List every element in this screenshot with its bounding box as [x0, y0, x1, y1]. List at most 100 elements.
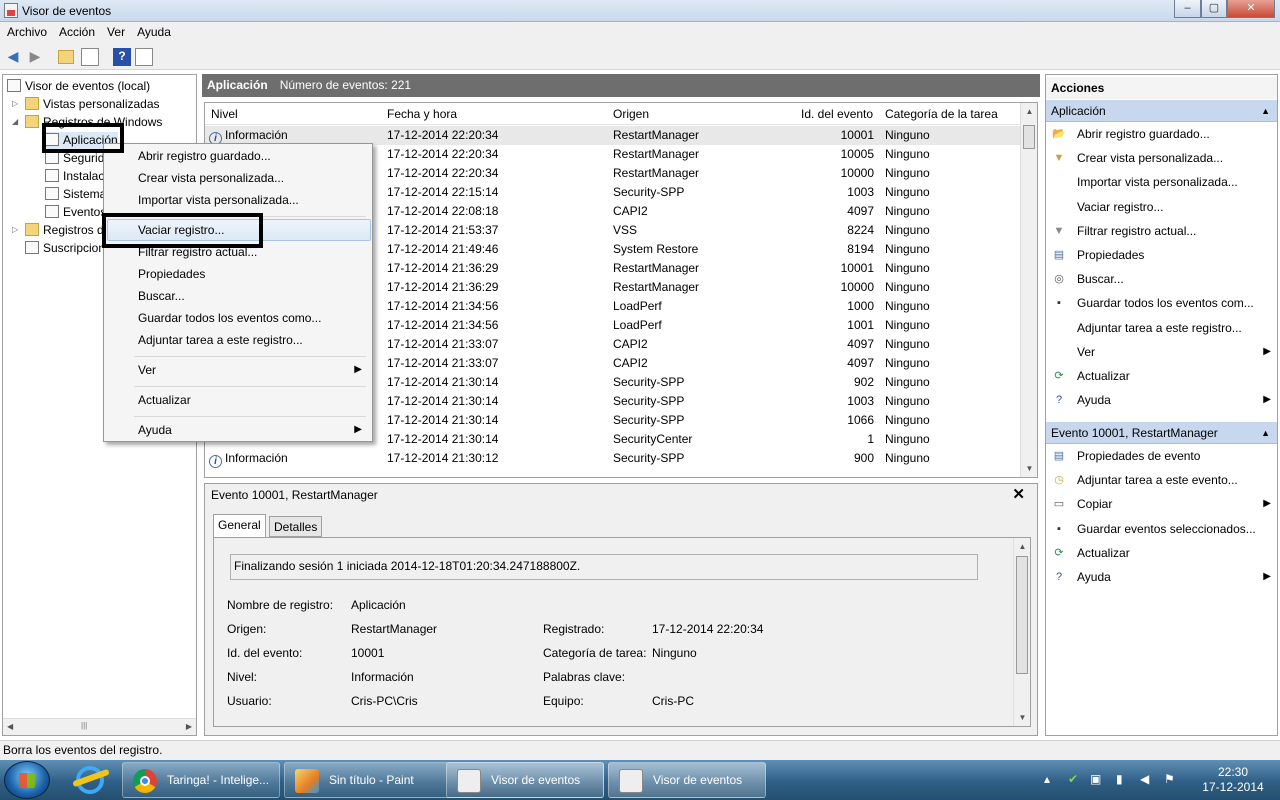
- action-item[interactable]: Vaciar registro...: [1052, 197, 1275, 217]
- menu-archivo[interactable]: Archivo: [2, 22, 52, 39]
- event-action-item[interactable]: ◷ Adjuntar tarea a este evento...: [1052, 470, 1275, 490]
- scroll-left-icon[interactable]: ◀: [7, 722, 13, 731]
- help-icon[interactable]: ?: [113, 48, 131, 66]
- menu-ver[interactable]: Ver: [102, 22, 130, 39]
- menu-ayuda[interactable]: Ayuda: [132, 22, 176, 39]
- scroll-thumb[interactable]: [1023, 125, 1035, 149]
- event-action-item[interactable]: ▤ Propiedades de evento: [1052, 446, 1275, 466]
- action-item[interactable]: ▪ Guardar todos los eventos com...: [1052, 293, 1275, 313]
- tree-forwarded[interactable]: Eventos: [45, 204, 106, 221]
- tree-root[interactable]: Visor de eventos (local): [7, 78, 150, 95]
- collapse-icon[interactable]: ◢: [12, 117, 18, 126]
- context-menu-item[interactable]: Adjuntar tarea a este registro...: [138, 333, 303, 347]
- event-action-item[interactable]: ▭ Copiar ▶: [1052, 494, 1275, 514]
- action-center-icon[interactable]: ⚑: [1164, 772, 1175, 786]
- clock[interactable]: 22:30 17-12-2014: [1198, 765, 1268, 795]
- action-item[interactable]: ◎ Buscar...: [1052, 269, 1275, 289]
- tab-general[interactable]: General: [213, 514, 266, 538]
- event-action-item[interactable]: ? Ayuda ▶: [1052, 567, 1275, 587]
- context-menu-item[interactable]: Buscar...: [138, 289, 185, 303]
- user-label: Usuario:: [227, 694, 272, 708]
- forward-arrow-icon[interactable]: ▶: [26, 48, 44, 66]
- scroll-thumb[interactable]: [1016, 556, 1028, 674]
- tree-subscriptions[interactable]: Suscripcion: [25, 240, 105, 257]
- action-item[interactable]: 📂 Abrir registro guardado...: [1052, 124, 1275, 144]
- taskbar-event-viewer-1[interactable]: Visor de eventos: [446, 762, 604, 798]
- context-menu-item[interactable]: Abrir registro guardado...: [138, 149, 271, 163]
- tree-setup[interactable]: Instalac: [45, 168, 104, 185]
- event-list-scrollbar[interactable]: ▲ ▼: [1020, 103, 1037, 477]
- scroll-up-icon[interactable]: ▲: [1014, 542, 1031, 551]
- action-item[interactable]: ▼ Crear vista personalizada...: [1052, 148, 1275, 168]
- minimize-button[interactable]: –: [1174, 0, 1201, 18]
- show-hide-tree-icon[interactable]: [81, 48, 99, 66]
- tree-windows-logs[interactable]: Registros de Windows: [25, 114, 162, 131]
- context-menu-item[interactable]: Importar vista personalizada...: [138, 193, 299, 207]
- detail-scrollbar[interactable]: ▲ ▼: [1013, 538, 1030, 726]
- actions-section-event[interactable]: Evento 10001, RestartManager ▲: [1046, 422, 1277, 444]
- horizontal-scrollbar[interactable]: ◀ ||| ▶: [3, 718, 196, 735]
- event-action-item[interactable]: ⟳ Actualizar: [1052, 543, 1275, 563]
- source-cell: Security-SPP: [613, 375, 685, 389]
- context-menu-item[interactable]: Actualizar: [138, 393, 191, 407]
- action-item[interactable]: Importar vista personalizada...: [1052, 172, 1275, 192]
- context-menu-item[interactable]: Crear vista personalizada...: [138, 171, 284, 185]
- internet-explorer-icon[interactable]: [62, 763, 120, 798]
- expand-icon[interactable]: ▷: [12, 225, 18, 234]
- scroll-up-icon[interactable]: ▲: [1021, 107, 1037, 116]
- tree-system[interactable]: Sistema: [45, 186, 106, 203]
- taskbar-chrome[interactable]: Taringa! - Intelige...: [122, 762, 280, 798]
- device-icon[interactable]: ▣: [1090, 772, 1101, 786]
- action-item[interactable]: ▼ Filtrar registro actual...: [1052, 221, 1275, 241]
- tree-security[interactable]: Segurid: [45, 150, 104, 167]
- collapse-section-icon[interactable]: ▲: [1261, 100, 1270, 122]
- scroll-down-icon[interactable]: ▼: [1021, 464, 1037, 473]
- scroll-down-icon[interactable]: ▼: [1014, 713, 1031, 722]
- taskbar-event-viewer-2[interactable]: Visor de eventos: [608, 762, 766, 798]
- context-menu-item[interactable]: Guardar todos los eventos como...: [138, 311, 321, 325]
- action-item[interactable]: Ver ▶: [1052, 342, 1275, 362]
- action-item[interactable]: ⟳ Actualizar: [1052, 366, 1275, 386]
- tree-app-services-logs[interactable]: Registros d: [25, 222, 104, 239]
- start-button[interactable]: [4, 761, 50, 799]
- event-message[interactable]: Finalizando sesión 1 iniciada 2014-12-18…: [230, 554, 978, 580]
- context-menu-item[interactable]: Ver: [138, 363, 156, 377]
- network-icon[interactable]: ▮: [1116, 772, 1123, 786]
- context-menu-item[interactable]: Propiedades: [138, 267, 205, 281]
- column-datetime[interactable]: Fecha y hora: [387, 107, 457, 121]
- context-menu-item[interactable]: Vaciar registro...: [138, 223, 224, 237]
- action-item[interactable]: ▤ Propiedades: [1052, 245, 1275, 265]
- column-event-id[interactable]: Id. del evento: [801, 107, 873, 121]
- microphone-icon[interactable]: ▴: [1044, 772, 1050, 786]
- close-button[interactable]: ✕: [1227, 0, 1275, 18]
- column-level[interactable]: Nivel: [211, 107, 238, 121]
- column-source[interactable]: Origen: [613, 107, 649, 121]
- menu-accion[interactable]: Acción: [54, 22, 100, 39]
- collapse-section-icon[interactable]: ▲: [1261, 422, 1270, 444]
- security-icon[interactable]: ✔: [1068, 772, 1078, 786]
- maximize-button[interactable]: ▢: [1201, 0, 1227, 18]
- context-menu-item[interactable]: Filtrar registro actual...: [138, 245, 257, 259]
- back-arrow-icon[interactable]: ◀: [4, 48, 22, 66]
- table-row[interactable]: i Información 17-12-2014 21:30:12 Security-…: [205, 449, 1020, 468]
- tree-custom-views[interactable]: Vistas personalizadas: [25, 96, 160, 113]
- tab-details[interactable]: Detalles: [269, 516, 323, 537]
- actions-section-application[interactable]: Aplicación ▲: [1046, 100, 1277, 122]
- action-label: Guardar todos los eventos com...: [1077, 296, 1254, 311]
- event-id-label: Id. del evento:: [227, 646, 303, 660]
- context-menu-item[interactable]: Ayuda: [138, 423, 172, 437]
- show-hide-action-pane-icon[interactable]: [135, 48, 153, 66]
- submenu-arrow-icon: ▶: [1263, 394, 1271, 406]
- scroll-right-icon[interactable]: ▶: [186, 722, 192, 731]
- up-folder-icon[interactable]: [58, 50, 74, 64]
- event-id-cell: 1001: [847, 318, 874, 332]
- close-detail-icon[interactable]: ✕: [1012, 485, 1025, 503]
- event-action-item[interactable]: ▪ Guardar eventos seleccionados...: [1052, 519, 1275, 539]
- action-item[interactable]: Adjuntar tarea a este registro...: [1052, 318, 1275, 338]
- source-cell: LoadPerf: [613, 299, 662, 313]
- column-task-category[interactable]: Categoría de la tarea: [885, 107, 998, 121]
- category-cell: Ninguno: [885, 356, 930, 370]
- action-item[interactable]: ? Ayuda ▶: [1052, 390, 1275, 410]
- volume-icon[interactable]: ◀: [1140, 772, 1149, 786]
- expand-icon[interactable]: ▷: [12, 99, 18, 108]
